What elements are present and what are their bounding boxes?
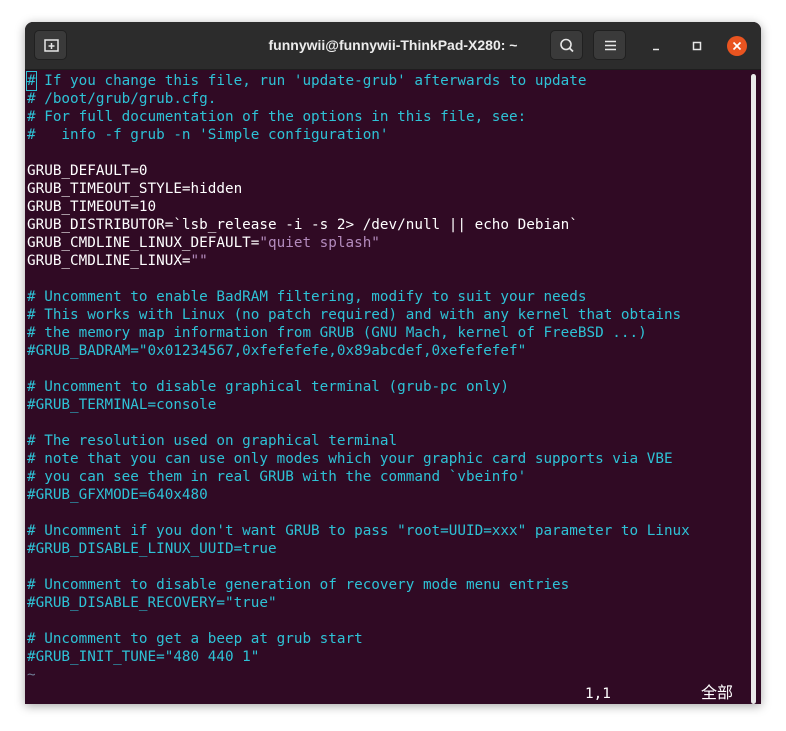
grub-line: # Uncomment to get a beep at grub start: [27, 631, 363, 647]
grub-line: # Uncomment to disable graphical termina…: [27, 379, 510, 395]
scroll-position-status: 全部: [701, 683, 734, 702]
minimize-icon: [653, 48, 659, 51]
grub-line: # /boot/grub/grub.cfg.: [27, 91, 217, 107]
grub-line: GRUB_CMDLINE_LINUX="": [27, 253, 208, 269]
empty-buffer-tilde: ~: [27, 667, 36, 683]
grub-line: # you can see them in real GRUB with the…: [27, 469, 527, 485]
maximize-icon: [692, 41, 702, 51]
grub-line: # If you change this file, run 'update-g…: [26, 71, 587, 91]
grub-line: # info -f grub -n 'Simple configuration': [27, 127, 389, 143]
grub-line: #GRUB_BADRAM="0x01234567,0xfefefefe,0x89…: [27, 343, 527, 359]
grub-line: # For full documentation of the options …: [27, 109, 527, 125]
terminal-content[interactable]: # If you change this file, run 'update-g…: [25, 70, 761, 704]
grub-line: # Uncomment to enable BadRAM filtering, …: [27, 289, 587, 305]
title-bar: funnywii@funnywii-ThinkPad-X280: ~: [25, 22, 761, 70]
grub-line: # the memory map information from GRUB (…: [27, 325, 647, 341]
grub-line: # This works with Linux (no patch requir…: [27, 307, 682, 323]
minimize-button[interactable]: [645, 35, 667, 57]
grub-line: #GRUB_GFXMODE=640x480: [27, 487, 208, 503]
grub-line: # note that you can use only modes which…: [27, 451, 673, 467]
grub-line: # Uncomment to disable generation of rec…: [27, 577, 570, 593]
grub-line: GRUB_CMDLINE_LINUX_DEFAULT="quiet splash…: [27, 235, 380, 251]
cursor-position-status: 1,1: [585, 686, 611, 702]
grub-line: #GRUB_INIT_TUNE="480 440 1": [27, 649, 260, 665]
grub-line: #GRUB_DISABLE_LINUX_UUID=true: [27, 541, 277, 557]
terminal-window: funnywii@funnywii-ThinkPad-X280: ~ # If …: [25, 22, 761, 704]
close-icon: [727, 36, 747, 56]
search-button[interactable]: [550, 30, 583, 60]
vertical-scrollbar[interactable]: [751, 74, 756, 704]
search-icon: [560, 38, 574, 53]
grub-line: GRUB_DISTRIBUTOR=`lsb_release -i -s 2> /…: [27, 217, 578, 233]
grub-line: #GRUB_TERMINAL=console: [27, 397, 217, 413]
close-button[interactable]: [726, 35, 748, 57]
maximize-button[interactable]: [686, 35, 708, 57]
grub-line: # Uncomment if you don't want GRUB to pa…: [27, 523, 690, 539]
text-cursor: #: [26, 71, 37, 91]
grub-line: GRUB_TIMEOUT=10: [27, 199, 157, 215]
hamburger-menu-icon: [605, 40, 616, 51]
new-tab-button[interactable]: [34, 30, 67, 60]
new-tab-icon: [44, 39, 59, 52]
menu-button[interactable]: [593, 30, 626, 60]
grub-line: #GRUB_DISABLE_RECOVERY="true": [27, 595, 277, 611]
grub-line: # The resolution used on graphical termi…: [27, 433, 398, 449]
grub-line: GRUB_TIMEOUT_STYLE=hidden: [27, 181, 243, 197]
grub-line: GRUB_DEFAULT=0: [27, 163, 148, 179]
